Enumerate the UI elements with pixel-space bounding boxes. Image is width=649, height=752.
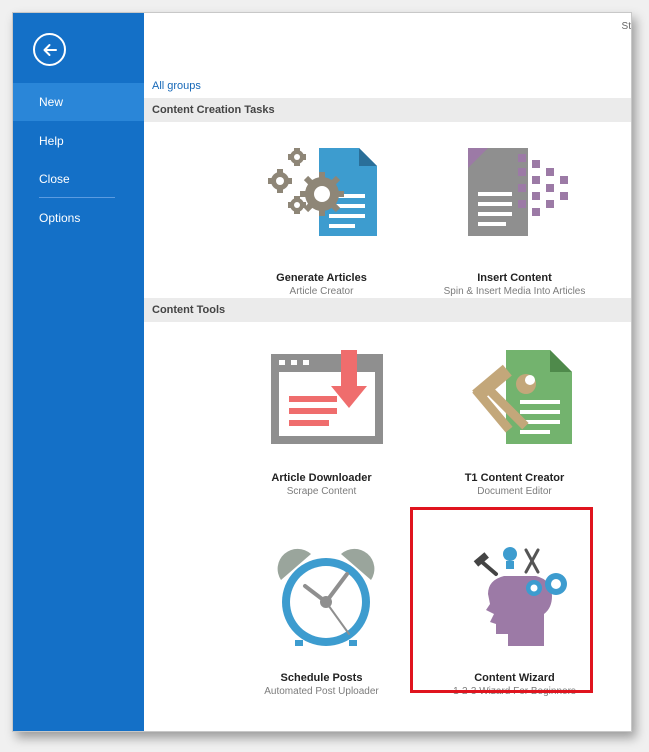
back-arrow-icon: [43, 43, 57, 56]
tile-subtitle: Scrape Content: [286, 486, 357, 497]
pixel-document-icon: [468, 148, 568, 236]
tile-insert-content[interactable]: Insert Content Spin & Insert Media Into …: [422, 126, 607, 316]
tile-generate-articles[interactable]: Generate Articles Article Creator: [229, 126, 414, 316]
sidebar-item-label: Options: [39, 211, 81, 225]
tile-article-downloader[interactable]: Article Downloader Scrape Content: [229, 326, 414, 516]
sidebar-item-help[interactable]: Help: [13, 122, 144, 160]
sidebar-item-close[interactable]: Close: [13, 160, 144, 198]
tile-title: Generate Articles: [276, 272, 367, 284]
sidebar-item-options[interactable]: Options: [13, 199, 144, 237]
tile-title: Article Downloader: [271, 472, 372, 484]
sidebar-item-label: New: [39, 95, 64, 109]
section-header-content-tools: Content Tools: [144, 298, 631, 322]
download-window-icon: [271, 350, 383, 444]
tools-document-icon: [472, 350, 572, 444]
section-header-creation-tasks: Content Creation Tasks: [144, 98, 631, 122]
tile-subtitle: Article Creator: [289, 286, 354, 297]
highlight-box: [410, 507, 593, 693]
sidebar: New Help Close Options: [13, 13, 144, 731]
tile-subtitle: Spin & Insert Media Into Articles: [443, 286, 586, 297]
tile-title: Insert Content: [477, 272, 552, 284]
sidebar-item-label: Close: [39, 172, 70, 186]
tile-title: T1 Content Creator: [464, 472, 565, 484]
corner-label: St: [621, 21, 631, 32]
tile-subtitle: Document Editor: [477, 486, 552, 497]
sidebar-item-label: Help: [39, 134, 64, 148]
alarm-clock-icon: [277, 548, 375, 646]
tile-schedule-posts[interactable]: Schedule Posts Automated Post Uploader: [229, 526, 414, 716]
gears-document-icon: [268, 148, 377, 236]
sidebar-item-new[interactable]: New: [13, 83, 144, 121]
tile-title: Schedule Posts: [280, 672, 363, 684]
tile-subtitle: Automated Post Uploader: [264, 686, 379, 697]
sidebar-divider: [39, 197, 115, 198]
all-groups-link[interactable]: All groups: [152, 80, 201, 92]
back-button[interactable]: [33, 33, 66, 66]
tile-t1-content-creator[interactable]: T1 Content Creator Document Editor: [422, 326, 607, 516]
